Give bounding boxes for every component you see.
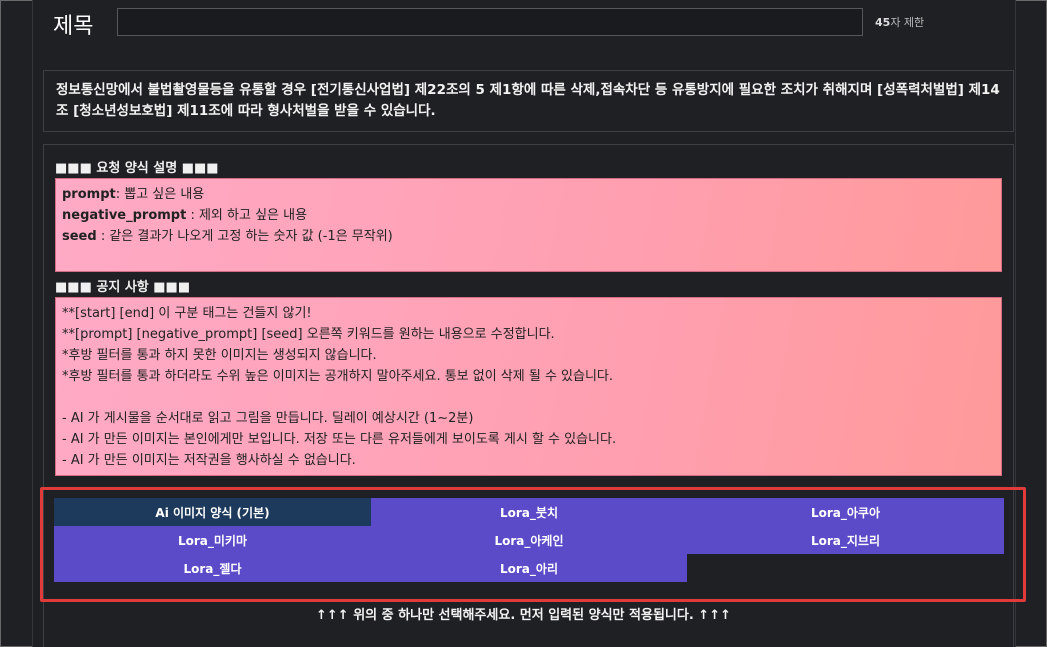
legal-warning: 정보통신망에서 불법촬영물등을 유통할 경우 [전기통신사업법] 제22조의 5…	[43, 70, 1014, 132]
format-heading: ■■■ 요청 양식 설명 ■■■	[55, 161, 219, 176]
template-button-mikima[interactable]: Lora_미키마	[54, 526, 371, 554]
format-line: negative_prompt : 제외 하고 싶은 내용	[62, 205, 995, 226]
notice-line: **[prompt] [negative_prompt] [seed] 오른쪽 …	[62, 327, 555, 342]
template-button-butchi[interactable]: Lora_붓치	[371, 498, 687, 526]
format-line: prompt: 뽑고 싶은 내용	[62, 184, 995, 205]
format-desc: : 제외 하고 싶은 내용	[186, 208, 308, 223]
limit-count: 45	[875, 16, 891, 29]
template-button-default[interactable]: Ai 이미지 양식 (기본)	[54, 498, 371, 526]
template-selector: Ai 이미지 양식 (기본) Lora_붓치 Lora_아쿠아 Lora_미키마…	[54, 498, 1004, 582]
notice-line: **[start] [end] 이 구분 태그는 건들지 않기!	[62, 306, 312, 321]
template-grid-empty	[687, 554, 1004, 582]
legal-warning-text: 정보통신망에서 불법촬영물등을 유통할 경우 [전기통신사업법] 제22조의 5…	[56, 82, 1000, 119]
format-key: prompt	[62, 187, 116, 202]
notice-line: *후방 필터를 통과 하지 못한 이미지는 생성되지 않습니다.	[62, 348, 377, 363]
template-button-aqua[interactable]: Lora_아쿠아	[687, 498, 1004, 526]
selection-instruction: ↑↑↑ 위의 중 하나만 선택해주세요. 먼저 입력된 양식만 적용됩니다. ↑…	[316, 608, 731, 623]
notice-line: - AI 가 만든 이미지는 저작권을 행사하실 수 없습니다.	[62, 453, 356, 468]
notice-heading: ■■■ 공지 사항 ■■■	[55, 280, 191, 295]
title-label: 제목	[53, 14, 94, 39]
limit-suffix: 자 제한	[890, 16, 925, 29]
template-button-ghibli[interactable]: Lora_지브리	[687, 526, 1004, 554]
title-input[interactable]	[117, 8, 863, 36]
notice-line: - AI 가 만든 이미지는 본인에게만 보입니다. 저장 또는 다른 유저들에…	[62, 432, 617, 447]
format-key: negative_prompt	[62, 208, 187, 223]
notice-box: **[start] [end] 이 구분 태그는 건들지 않기! **[prom…	[55, 297, 1002, 476]
title-char-limit: 45자 제한	[875, 14, 924, 30]
template-button-arcane[interactable]: Lora_아케인	[371, 526, 687, 554]
format-box: prompt: 뽑고 싶은 내용 negative_prompt : 제외 하고…	[55, 178, 1002, 272]
template-button-zelda[interactable]: Lora_젤다	[54, 554, 371, 582]
notice-spacer	[62, 387, 995, 408]
format-key: seed	[62, 229, 97, 244]
template-button-ari[interactable]: Lora_아리	[371, 554, 687, 582]
format-line: seed : 같은 결과가 나오게 고정 하는 숫자 값 (-1은 무작위)	[62, 226, 995, 247]
notice-line: - AI 가 게시물을 순서대로 읽고 그림을 만듭니다. 딜레이 예상시간 (…	[62, 411, 474, 426]
format-desc: : 같은 결과가 나오게 고정 하는 숫자 값 (-1은 무작위)	[96, 229, 393, 244]
notice-line: *후방 필터를 통과 하더라도 수위 높은 이미지는 공개하지 말아주세요. 통…	[62, 369, 614, 384]
format-desc: : 뽑고 싶은 내용	[115, 187, 205, 202]
